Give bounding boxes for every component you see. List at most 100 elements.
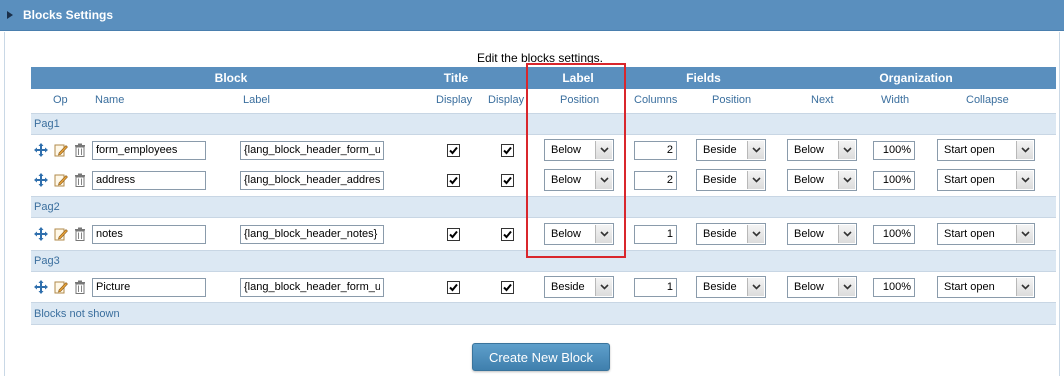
edit-action[interactable] <box>54 219 70 249</box>
move-arrows-icon[interactable] <box>34 227 48 241</box>
trash-icon[interactable] <box>74 280 86 294</box>
delete-action[interactable] <box>74 219 88 249</box>
chevron-down-icon[interactable] <box>838 278 855 296</box>
trash-icon[interactable] <box>74 143 86 157</box>
width-input[interactable] <box>873 170 915 190</box>
title-display-1-checkbox[interactable] <box>447 173 460 187</box>
label-position-value: Below <box>551 144 581 156</box>
title-display-2-checkbox[interactable] <box>501 143 514 157</box>
title-display-1-checkbox[interactable] <box>447 143 460 157</box>
move-arrows-icon[interactable] <box>34 280 48 294</box>
next-value: Below <box>794 228 824 240</box>
field-position-select[interactable]: Beside <box>696 169 766 191</box>
chevron-down-icon[interactable] <box>1016 225 1033 243</box>
trash-icon[interactable] <box>74 173 86 187</box>
delete-action[interactable] <box>74 165 88 195</box>
delete-action[interactable] <box>74 135 88 165</box>
label-position-select[interactable]: Below <box>544 169 614 191</box>
field-position-select[interactable]: Beside <box>696 139 766 161</box>
chevron-down-icon[interactable] <box>1016 171 1033 189</box>
chevron-down-icon[interactable] <box>838 225 855 243</box>
columns-input[interactable] <box>634 277 677 297</box>
create-new-block-button[interactable]: Create New Block <box>472 343 610 371</box>
edit-pencil-icon[interactable] <box>54 143 68 157</box>
collapse-select[interactable]: Start open <box>937 276 1035 298</box>
block-label-input[interactable] <box>240 277 384 297</box>
next-select[interactable]: Below <box>787 276 857 298</box>
edit-pencil-icon[interactable] <box>54 280 68 294</box>
label-position-select[interactable]: Below <box>544 223 614 245</box>
collapse-select[interactable]: Start open <box>937 223 1035 245</box>
chevron-down-icon[interactable] <box>747 141 764 159</box>
collapse-select[interactable]: Start open <box>937 169 1035 191</box>
field-position-select[interactable]: Beside <box>696 276 766 298</box>
trash-icon[interactable] <box>74 227 86 241</box>
chevron-down-icon[interactable] <box>747 278 764 296</box>
chevron-down-icon[interactable] <box>595 171 612 189</box>
label-position-cell: Below <box>544 219 614 249</box>
title-display-2-checkbox[interactable] <box>501 173 514 187</box>
chevron-down-icon[interactable] <box>838 171 855 189</box>
title-display-1-checkbox[interactable] <box>447 280 460 294</box>
label-cell <box>240 272 384 302</box>
block-label-input[interactable] <box>240 224 384 244</box>
edit-pencil-icon[interactable] <box>54 173 68 187</box>
width-input[interactable] <box>873 224 915 244</box>
next-select[interactable]: Below <box>787 169 857 191</box>
move-handle[interactable] <box>34 165 50 195</box>
move-arrows-icon[interactable] <box>34 143 48 157</box>
group-header-block: Block <box>214 71 248 85</box>
chevron-down-icon[interactable] <box>747 225 764 243</box>
title-display-2-cell <box>501 165 514 195</box>
field-position-value: Beside <box>703 281 737 293</box>
chevron-down-icon[interactable] <box>747 171 764 189</box>
collapse-cell: Start open <box>937 165 1035 195</box>
field-position-select[interactable]: Beside <box>696 223 766 245</box>
columns-input[interactable] <box>634 224 677 244</box>
move-handle[interactable] <box>34 135 50 165</box>
title-display-1-checkbox[interactable] <box>447 227 460 241</box>
move-arrows-icon[interactable] <box>34 173 48 187</box>
collapse-triangle-icon[interactable] <box>7 11 13 19</box>
chevron-down-icon[interactable] <box>1016 278 1033 296</box>
col-label-position: Position <box>560 94 600 106</box>
block-name-input[interactable] <box>92 224 206 244</box>
columns-input[interactable] <box>634 140 677 160</box>
next-select[interactable]: Below <box>787 223 857 245</box>
edit-action[interactable] <box>54 135 70 165</box>
columns-input[interactable] <box>634 170 677 190</box>
width-input[interactable] <box>873 140 915 160</box>
move-handle[interactable] <box>34 272 50 302</box>
label-position-select[interactable]: Beside <box>544 276 614 298</box>
section-header-pag3: Pag3 <box>31 250 1056 272</box>
block-name-input[interactable] <box>92 277 206 297</box>
edit-pencil-icon[interactable] <box>54 227 68 241</box>
title-display-2-checkbox[interactable] <box>501 227 514 241</box>
label-position-value: Below <box>551 228 581 240</box>
edit-action[interactable] <box>54 165 70 195</box>
collapse-select[interactable]: Start open <box>937 139 1035 161</box>
delete-action[interactable] <box>74 272 88 302</box>
block-name-input[interactable] <box>92 140 206 160</box>
block-name-input[interactable] <box>92 170 206 190</box>
next-cell: Below <box>787 272 857 302</box>
chevron-down-icon[interactable] <box>595 225 612 243</box>
move-handle[interactable] <box>34 219 50 249</box>
next-cell: Below <box>787 135 857 165</box>
chevron-down-icon[interactable] <box>1016 141 1033 159</box>
width-input[interactable] <box>873 277 915 297</box>
next-select[interactable]: Below <box>787 139 857 161</box>
chevron-down-icon[interactable] <box>595 141 612 159</box>
label-position-select[interactable]: Below <box>544 139 614 161</box>
column-header-row: Op Name Label Display Display Position C… <box>31 89 1056 111</box>
chevron-down-icon[interactable] <box>838 141 855 159</box>
blocks-not-shown-label: Blocks not shown <box>34 307 120 320</box>
edit-action[interactable] <box>54 272 70 302</box>
title-display-2-checkbox[interactable] <box>501 280 514 294</box>
chevron-down-icon[interactable] <box>595 278 612 296</box>
panel-header[interactable]: Blocks Settings <box>0 0 1064 31</box>
block-label-input[interactable] <box>240 170 384 190</box>
table-row: Below Beside Below Start open <box>31 135 1056 165</box>
block-label-input[interactable] <box>240 140 384 160</box>
section-header-pag2: Pag2 <box>31 196 1056 218</box>
